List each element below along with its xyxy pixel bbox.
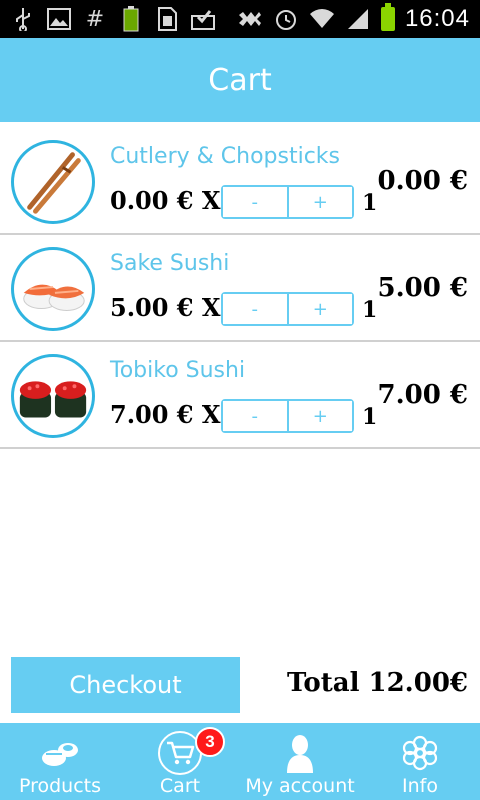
decrease-quantity-button[interactable]: - <box>223 187 289 217</box>
item-quantity: 1 <box>362 297 378 323</box>
increase-quantity-button[interactable]: + <box>288 294 352 324</box>
nav-info[interactable]: Info <box>360 723 480 800</box>
nav-products[interactable]: Products <box>0 723 120 800</box>
status-right-icons: 16:04 <box>237 3 470 32</box>
battery-icon <box>380 3 395 31</box>
cart-item-list: Cutlery & Chopsticks 0.00 € X - + 1 0.00… <box>0 128 480 449</box>
line-total: 0.00 € <box>377 166 468 196</box>
alarm-icon <box>273 7 299 31</box>
usb-icon <box>10 7 36 31</box>
sim-icon <box>154 7 180 31</box>
item-name: Cutlery & Chopsticks <box>110 144 341 169</box>
item-quantity: 1 <box>362 190 378 216</box>
user-icon <box>278 731 322 775</box>
download-check-icon <box>190 7 216 31</box>
info-flower-icon <box>398 731 442 775</box>
line-total: 7.00 € <box>377 380 468 410</box>
increase-quantity-button[interactable]: + <box>288 401 352 431</box>
mute-icon <box>237 7 263 31</box>
status-bar: # 16:04 <box>0 0 480 38</box>
nav-label: My account <box>245 775 355 797</box>
cart-item[interactable]: Tobiko Sushi 7.00 € X - + 1 7.00 € <box>0 342 480 449</box>
status-left-icons: # <box>10 6 216 32</box>
bottom-nav: Products Cart 3 My account Info <box>0 723 480 800</box>
nav-label: Cart <box>159 775 201 797</box>
item-name: Sake Sushi <box>110 251 230 276</box>
app-header: Cart <box>0 38 480 122</box>
unit-price: 7.00 € X <box>110 400 221 429</box>
nav-cart[interactable]: Cart 3 <box>120 723 240 800</box>
chopsticks-image <box>11 140 95 224</box>
app-root: # 16:04 Cart Cutlery & Chopsticks 0.00 €… <box>0 0 480 800</box>
nav-label: Info <box>402 775 438 797</box>
wifi-icon <box>309 7 335 31</box>
item-name: Tobiko Sushi <box>110 358 246 383</box>
image-icon <box>46 7 72 31</box>
cart-count-badge: 3 <box>195 727 225 757</box>
page-title: Cart <box>208 62 272 98</box>
quantity-stepper: - + <box>221 185 354 219</box>
cart-total: Total 12.00€ <box>287 668 468 698</box>
signal-icon <box>345 7 371 31</box>
hash-icon: # <box>85 6 105 32</box>
sake-sushi-image <box>11 247 95 331</box>
status-time: 16:04 <box>404 5 470 32</box>
quantity-stepper: - + <box>221 399 354 433</box>
line-total: 5.00 € <box>377 273 468 303</box>
sushi-icon <box>38 731 82 775</box>
increase-quantity-button[interactable]: + <box>288 187 352 217</box>
decrease-quantity-button[interactable]: - <box>223 294 289 324</box>
nav-label: Products <box>18 775 102 797</box>
unit-price: 5.00 € X <box>110 293 221 322</box>
item-quantity: 1 <box>362 404 378 430</box>
tobiko-sushi-image <box>11 354 95 438</box>
checkout-button[interactable]: Checkout <box>11 657 240 713</box>
cart-item[interactable]: Cutlery & Chopsticks 0.00 € X - + 1 0.00… <box>0 128 480 235</box>
decrease-quantity-button[interactable]: - <box>223 401 289 431</box>
cart-item[interactable]: Sake Sushi 5.00 € X - + 1 5.00 € <box>0 235 480 342</box>
unit-price: 0.00 € X <box>110 186 221 215</box>
nav-my-account[interactable]: My account <box>240 723 360 800</box>
battery-100-icon <box>118 6 144 32</box>
quantity-stepper: - + <box>221 292 354 326</box>
